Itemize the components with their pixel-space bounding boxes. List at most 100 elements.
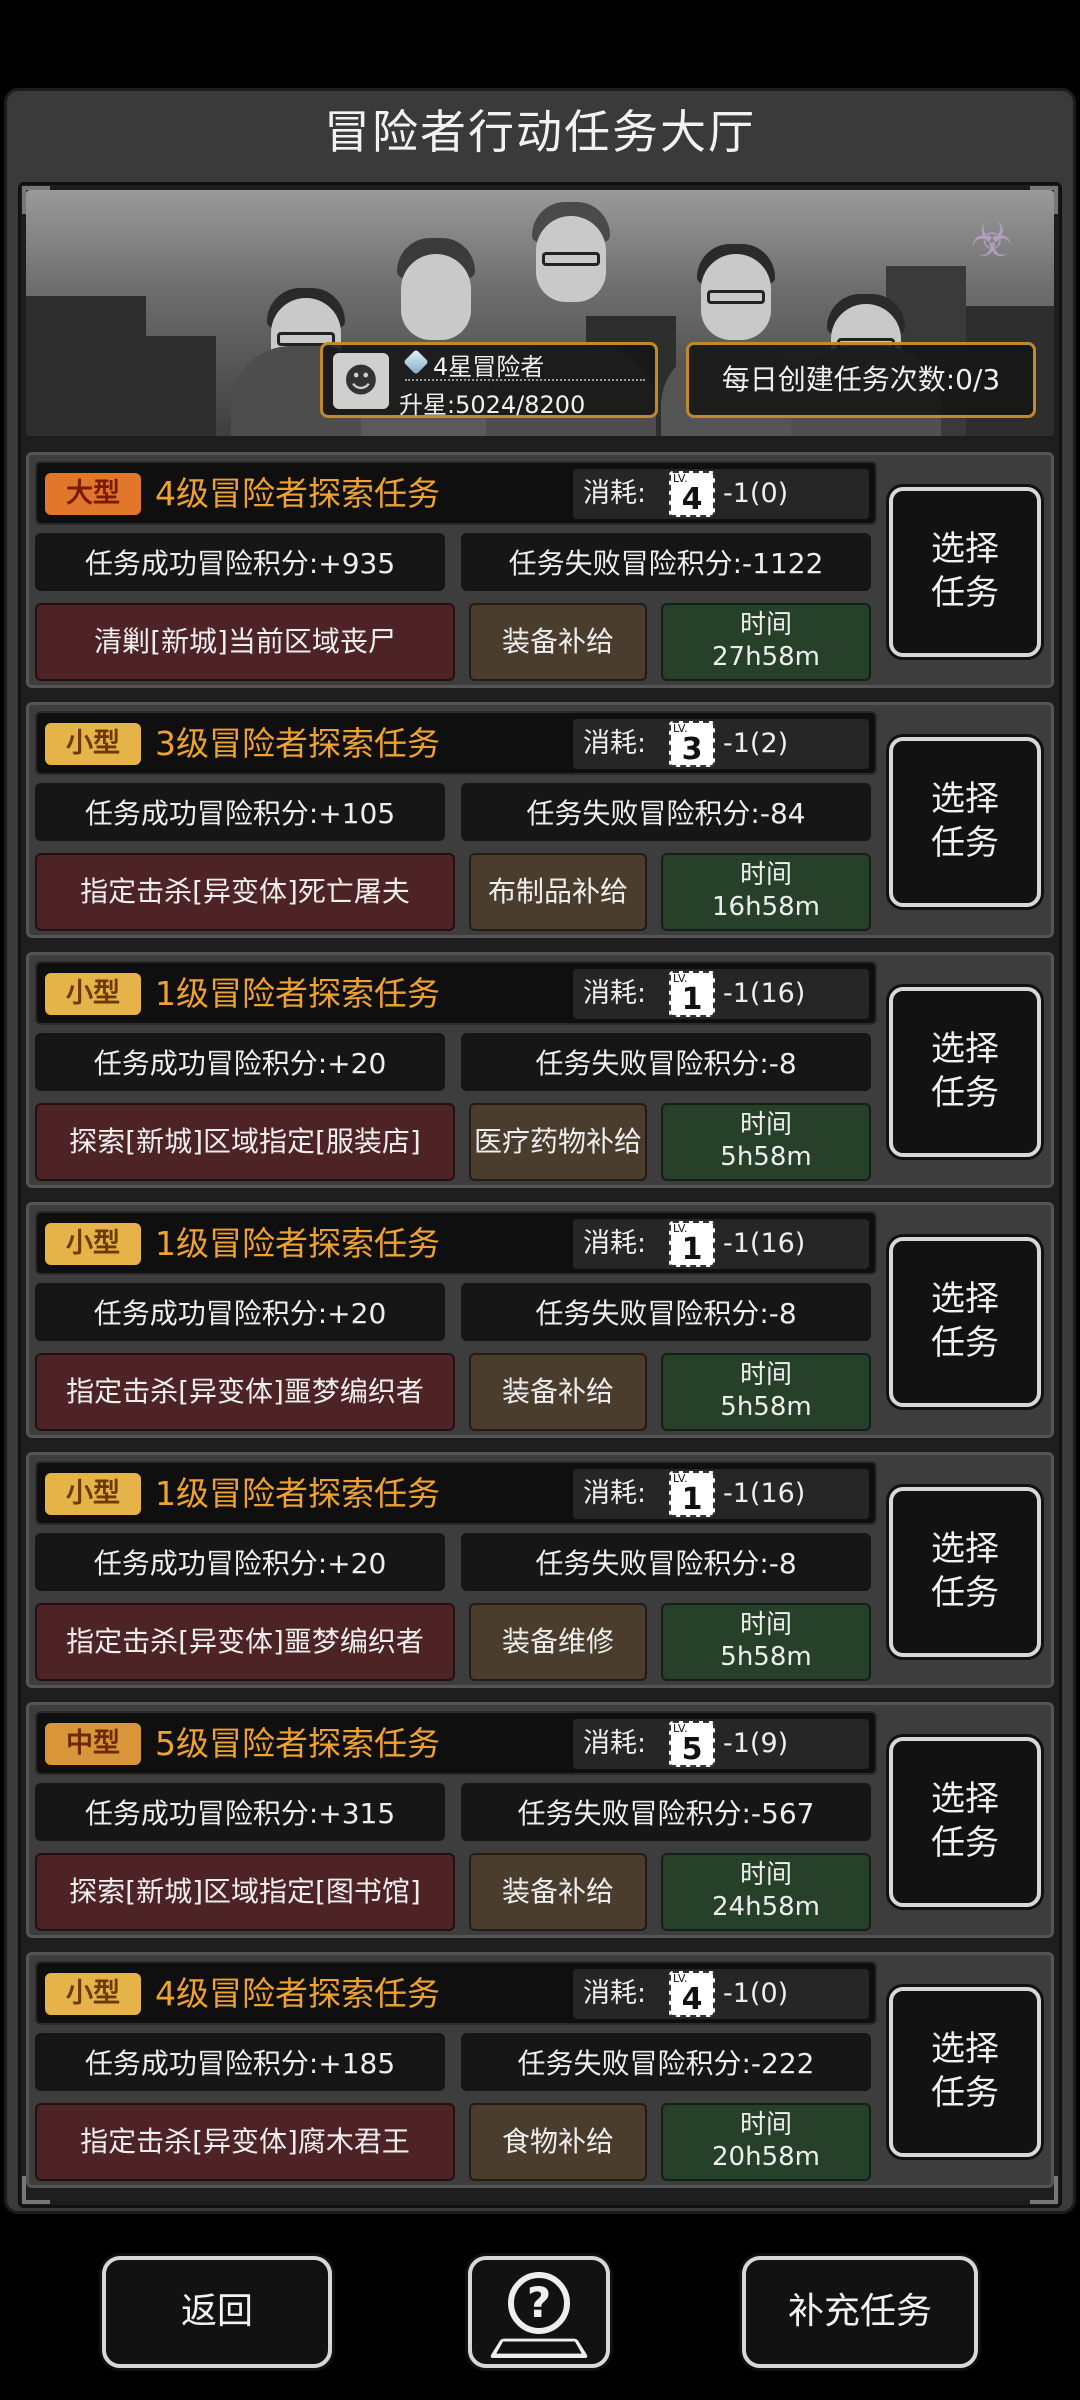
task-objective: 指定击杀[异变体]噩梦编织者 xyxy=(35,1603,455,1681)
task-objective: 指定击杀[异变体]死亡屠夫 xyxy=(35,853,455,931)
select-label-line1: 选择 xyxy=(931,1279,999,1319)
task-card: 小型 1级冒险者探索任务 消耗: LV. 1 -1(16) 任务成功冒险积分:+… xyxy=(26,1452,1054,1688)
task-time: 时间 16h58m xyxy=(661,853,871,931)
level-card-icon: LV. 4 xyxy=(669,1971,715,2017)
time-value: 5h58m xyxy=(720,1142,812,1172)
success-points: 任务成功冒险积分:+935 xyxy=(35,533,445,591)
level-card-icon: LV. 3 xyxy=(669,721,715,767)
task-card: 小型 1级冒险者探索任务 消耗: LV. 1 -1(16) 任务成功冒险积分:+… xyxy=(26,952,1054,1188)
task-header: 中型 5级冒险者探索任务 消耗: LV. 5 -1(9) xyxy=(35,1711,877,1775)
level-card-number: 1 xyxy=(681,982,703,1017)
select-task-button[interactable]: 选择 任务 xyxy=(889,1237,1041,1407)
success-points: 任务成功冒险积分:+20 xyxy=(35,1283,445,1341)
task-size-badge: 小型 xyxy=(45,1223,141,1265)
cost-label: 消耗: xyxy=(583,1228,647,1259)
task-header: 小型 1级冒险者探索任务 消耗: LV. 1 -1(16) xyxy=(35,1461,877,1525)
level-card-number: 1 xyxy=(681,1482,703,1517)
time-value: 16h58m xyxy=(712,892,820,922)
rank-gem-icon xyxy=(403,349,429,375)
time-value: 27h58m xyxy=(712,642,820,672)
fail-points: 任务失败冒险积分:-84 xyxy=(461,783,871,841)
task-reward: 装备补给 xyxy=(469,603,647,681)
daily-create-count: 每日创建任务次数:0/3 xyxy=(686,342,1036,418)
select-task-button[interactable]: 选择 任务 xyxy=(889,1487,1041,1657)
task-header: 小型 3级冒险者探索任务 消耗: LV. 3 -1(2) xyxy=(35,711,877,775)
task-objective: 指定击杀[异变体]噩梦编织者 xyxy=(35,1353,455,1431)
time-label: 时间 xyxy=(739,1360,792,1390)
cost-value: -1(0) xyxy=(723,478,789,509)
task-reward: 装备补给 xyxy=(469,1853,647,1931)
task-cost: 消耗: LV. 1 -1(16) xyxy=(573,1469,869,1519)
select-label-line1: 选择 xyxy=(931,1779,999,1819)
task-objective: 清剿[新城]当前区域丧尸 xyxy=(35,603,455,681)
task-time: 时间 27h58m xyxy=(661,603,871,681)
task-header: 小型 1级冒险者探索任务 消耗: LV. 1 -1(16) xyxy=(35,1211,877,1275)
fail-points: 任务失败冒险积分:-8 xyxy=(461,1533,871,1591)
select-task-button[interactable]: 选择 任务 xyxy=(889,987,1041,1157)
task-name: 3级冒险者探索任务 xyxy=(155,724,440,763)
task-size-badge: 大型 xyxy=(45,473,141,515)
task-card: 小型 1级冒险者探索任务 消耗: LV. 1 -1(16) 任务成功冒险积分:+… xyxy=(26,1202,1054,1438)
select-task-button[interactable]: 选择 任务 xyxy=(889,737,1041,907)
time-label: 时间 xyxy=(739,2110,792,2140)
select-label-line2: 任务 xyxy=(931,823,999,863)
level-card-icon: LV. 1 xyxy=(669,1471,715,1517)
fail-points: 任务失败冒险积分:-8 xyxy=(461,1033,871,1091)
level-card-icon: LV. 4 xyxy=(669,471,715,517)
task-cost: 消耗: LV. 5 -1(9) xyxy=(573,1719,869,1769)
select-label-line2: 任务 xyxy=(931,1073,999,1113)
success-points: 任务成功冒险积分:+20 xyxy=(35,1033,445,1091)
rank-divider xyxy=(405,379,645,381)
select-label-line2: 任务 xyxy=(931,1823,999,1863)
select-label-line2: 任务 xyxy=(931,1573,999,1613)
rank-title: 4星冒险者 xyxy=(433,353,545,381)
task-name: 4级冒险者探索任务 xyxy=(155,474,440,513)
time-label: 时间 xyxy=(739,1610,792,1640)
select-label-line1: 选择 xyxy=(931,779,999,819)
fail-points: 任务失败冒险积分:-8 xyxy=(461,1283,871,1341)
time-label: 时间 xyxy=(739,860,792,890)
task-cost: 消耗: LV. 1 -1(16) xyxy=(573,969,869,1019)
select-task-button[interactable]: 选择 任务 xyxy=(889,1737,1041,1907)
cost-value: -1(16) xyxy=(723,1228,806,1259)
task-card: 大型 4级冒险者探索任务 消耗: LV. 4 -1(0) 任务成功冒险积分:+9… xyxy=(26,452,1054,688)
select-task-button[interactable]: 选择 任务 xyxy=(889,487,1041,657)
task-objective: 指定击杀[异变体]腐木君王 xyxy=(35,2103,455,2181)
refill-tasks-button[interactable]: 补充任务 xyxy=(742,2256,978,2368)
time-value: 20h58m xyxy=(712,2142,820,2172)
back-button[interactable]: 返回 xyxy=(102,2256,332,2368)
task-card: 小型 3级冒险者探索任务 消耗: LV. 3 -1(2) 任务成功冒险积分:+1… xyxy=(26,702,1054,938)
page-title: 冒险者行动任务大厅 xyxy=(324,105,756,159)
select-task-button[interactable]: 选择 任务 xyxy=(889,1987,1041,2157)
select-label-line2: 任务 xyxy=(931,573,999,613)
task-reward: 装备维修 xyxy=(469,1603,647,1681)
cost-value: -1(16) xyxy=(723,978,806,1009)
task-header: 小型 1级冒险者探索任务 消耗: LV. 1 -1(16) xyxy=(35,961,877,1025)
select-label-line1: 选择 xyxy=(931,529,999,569)
time-value: 5h58m xyxy=(720,1642,812,1672)
biohazard-icon: ☣ xyxy=(970,212,1014,268)
task-name: 5级冒险者探索任务 xyxy=(155,1724,440,1763)
cost-label: 消耗: xyxy=(583,1978,647,2009)
task-cost: 消耗: LV. 1 -1(16) xyxy=(573,1219,869,1269)
task-cost: 消耗: LV. 4 -1(0) xyxy=(573,1969,869,2019)
map-base-icon xyxy=(489,2338,589,2359)
rank-progress: 升星:5024/8200 xyxy=(399,391,586,419)
cost-value: -1(9) xyxy=(723,1728,789,1759)
task-header: 大型 4级冒险者探索任务 消耗: LV. 4 -1(0) xyxy=(35,461,877,525)
cost-label: 消耗: xyxy=(583,1478,647,1509)
success-points: 任务成功冒险积分:+315 xyxy=(35,1783,445,1841)
help-map-icon: ? xyxy=(508,2272,570,2334)
task-name: 1级冒险者探索任务 xyxy=(155,1474,440,1513)
task-size-badge: 小型 xyxy=(45,1973,141,2015)
skyline-building xyxy=(136,336,216,436)
help-button[interactable]: ? xyxy=(468,2256,610,2368)
success-points: 任务成功冒险积分:+105 xyxy=(35,783,445,841)
cost-label: 消耗: xyxy=(583,978,647,1009)
task-size-badge: 小型 xyxy=(45,1473,141,1515)
task-name: 1级冒险者探索任务 xyxy=(155,974,440,1013)
level-card-number: 4 xyxy=(681,482,703,517)
fail-points: 任务失败冒险积分:-1122 xyxy=(461,533,871,591)
task-reward: 装备补给 xyxy=(469,1353,647,1431)
task-card: 小型 4级冒险者探索任务 消耗: LV. 4 -1(0) 任务成功冒险积分:+1… xyxy=(26,1952,1054,2188)
